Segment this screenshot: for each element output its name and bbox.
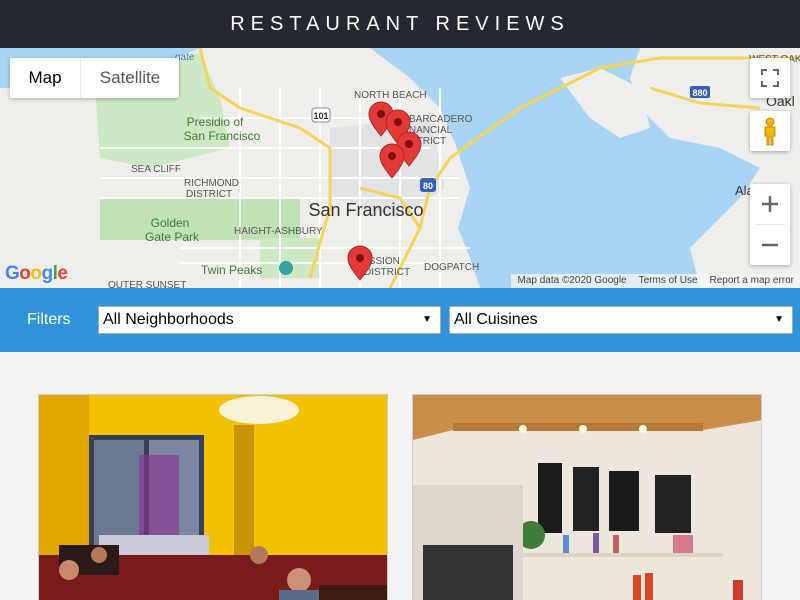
filters-bar: Filters All Neighborhoods ▼ All Cuisines…	[0, 288, 800, 352]
fullscreen-icon	[761, 69, 779, 87]
svg-text:RICHMOND: RICHMOND	[184, 178, 239, 189]
svg-text:880: 880	[692, 88, 707, 98]
report-error-link[interactable]: Report a map error	[704, 274, 800, 288]
terms-link[interactable]: Terms of Use	[633, 274, 704, 288]
svg-text:OUTER SUNSET: OUTER SUNSET	[108, 280, 186, 288]
neighborhood-select[interactable]: All Neighborhoods ▼	[98, 306, 441, 334]
map-attribution: Map data ©2020 Google Terms of Use Repor…	[511, 274, 800, 288]
cuisine-select[interactable]: All Cuisines ▼	[449, 306, 793, 334]
svg-text:San Francisco: San Francisco	[184, 129, 261, 143]
dropdown-arrow-icon: ▼	[422, 314, 432, 325]
svg-text:HAIGHT-ASHBURY: HAIGHT-ASHBURY	[234, 226, 323, 237]
page-title: RESTAURANT REVIEWS	[230, 12, 570, 35]
map-type-control: Map Satellite	[10, 58, 179, 98]
plus-icon	[762, 196, 778, 212]
zoom-out-button[interactable]	[750, 225, 790, 265]
svg-text:Gate Park: Gate Park	[145, 230, 200, 244]
cuisine-select-value: All Cuisines	[454, 311, 538, 328]
map-view-button[interactable]: Map	[10, 58, 80, 98]
dropdown-arrow-icon: ▼	[774, 314, 784, 325]
svg-text:DISTRICT: DISTRICT	[364, 267, 410, 278]
zoom-in-button[interactable]	[750, 184, 790, 224]
svg-text:Golden: Golden	[151, 216, 190, 230]
site-header: RESTAURANT REVIEWS	[0, 0, 800, 48]
map-data-text: Map data ©2020 Google	[517, 275, 627, 286]
minus-icon	[762, 243, 778, 247]
fullscreen-button[interactable]	[750, 58, 790, 98]
filters-label: Filters	[27, 311, 71, 328]
google-logo[interactable]: Google	[5, 263, 68, 285]
restaurant-photo	[39, 395, 387, 600]
restaurant-card[interactable]	[38, 394, 388, 600]
svg-text:San Francisco: San Francisco	[308, 200, 423, 220]
svg-text:101: 101	[313, 111, 328, 121]
neighborhood-select-value: All Neighborhoods	[103, 311, 234, 328]
svg-text:DISTRICT: DISTRICT	[186, 189, 232, 200]
svg-text:SEA CLIFF: SEA CLIFF	[131, 164, 181, 175]
restaurant-card[interactable]	[412, 394, 762, 600]
svg-text:80: 80	[423, 181, 433, 191]
restaurant-map[interactable]: 101 80 880 NORTH BEACH EMBARCADERO FINAN…	[0, 48, 800, 288]
pegman-icon	[764, 117, 776, 146]
svg-text:Presidio of: Presidio of	[187, 115, 244, 129]
svg-text:Twin Peaks: Twin Peaks	[201, 263, 262, 277]
street-view-button[interactable]	[750, 111, 790, 151]
satellite-view-button[interactable]: Satellite	[80, 58, 179, 98]
svg-text:DOGPATCH: DOGPATCH	[424, 262, 479, 273]
svg-text:NORTH BEACH: NORTH BEACH	[354, 90, 427, 101]
restaurant-photo	[413, 395, 761, 600]
zoom-control	[750, 184, 790, 265]
